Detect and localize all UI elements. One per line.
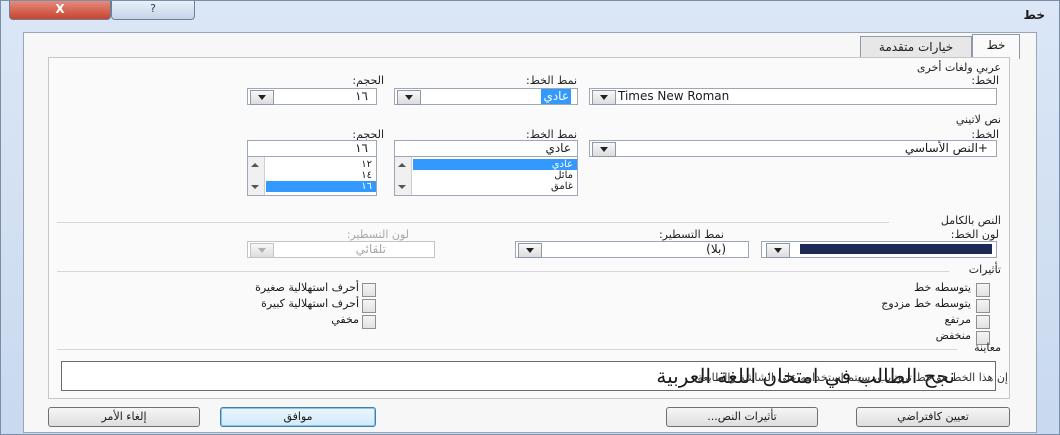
font-color-picker[interactable] [761, 241, 997, 258]
close-icon: X [55, 2, 65, 16]
list-item[interactable]: عادي [413, 159, 577, 170]
subscript-label: منخفض [935, 329, 971, 342]
strikethrough-checkbox[interactable] [976, 283, 990, 297]
chevron-down-icon[interactable] [518, 243, 542, 258]
small-caps-checkbox[interactable] [362, 283, 376, 297]
latin-font-combo[interactable]: +النص الأساسي [589, 140, 997, 157]
help-button[interactable]: ? [111, 1, 195, 20]
double-strikethrough-checkbox[interactable] [976, 299, 990, 313]
arabic-font-value: Times New Roman [618, 89, 730, 103]
superscript-label: مرتفع [944, 313, 971, 326]
text-effects-button[interactable]: تأثيرات النص... [666, 407, 818, 427]
all-caps-checkbox[interactable] [362, 299, 376, 313]
complex-separator [57, 222, 889, 223]
tab-font[interactable]: خط [972, 34, 1020, 59]
latin-section-heading: نص لاتيني [955, 113, 1001, 126]
font-dialog: X ? خط خط خيارات متقدمة عربي ولغات أخرى … [0, 0, 1060, 435]
underline-color-label: لون التسطير: [346, 228, 409, 241]
preview-separator [57, 349, 957, 350]
list-item[interactable]: مائل [413, 170, 577, 181]
font-color-swatch [800, 244, 992, 254]
latin-size-input[interactable]: ١٦ [247, 140, 377, 157]
ok-button[interactable]: موافق [220, 407, 376, 427]
scroll-up-icon[interactable] [251, 163, 259, 167]
chevron-down-icon[interactable] [397, 90, 421, 105]
preview-heading: معاينة [974, 341, 1001, 354]
window-title: خط [1023, 8, 1046, 22]
hidden-checkbox[interactable] [362, 315, 376, 329]
chevron-down-icon[interactable] [592, 142, 616, 157]
list-item[interactable]: ١٢ [266, 159, 376, 170]
arabic-font-label: الخط: [971, 74, 999, 87]
underline-color-combo[interactable]: تلقائي [247, 241, 435, 258]
list-item[interactable]: ١٤ [266, 170, 376, 181]
scroll-up-icon[interactable] [398, 163, 406, 167]
latin-font-value: +النص الأساسي [904, 141, 988, 155]
latin-size-list[interactable]: ١٢ ١٤ ١٦ [247, 156, 377, 196]
list-item[interactable]: ١٦ [266, 181, 376, 192]
complex-section-heading: النص بالكامل [940, 214, 1001, 227]
dialog-client-area: خط خيارات متقدمة عربي ولغات أخرى الخط: T… [23, 32, 1037, 433]
scroll-down-icon[interactable] [251, 185, 259, 189]
all-caps-label: أحرف استهلالية كبيرة [261, 297, 359, 310]
superscript-checkbox[interactable] [976, 315, 990, 329]
latin-style-scrollbar[interactable] [395, 157, 412, 195]
arabic-font-combo[interactable]: Times New Roman [589, 88, 997, 105]
scroll-down-icon[interactable] [398, 185, 406, 189]
chevron-down-icon[interactable] [766, 243, 790, 258]
arabic-style-combo[interactable]: عادي [394, 88, 578, 105]
chevron-down-icon[interactable] [250, 243, 274, 258]
chevron-down-icon[interactable] [250, 90, 274, 105]
list-item[interactable]: غامق [413, 181, 577, 192]
underline-style-combo[interactable]: (بلا) [515, 241, 749, 258]
small-caps-label: أحرف استهلالية صغيرة [255, 281, 359, 294]
latin-size-value: ١٦ [355, 141, 368, 155]
latin-style-value: عادي [545, 141, 571, 155]
strikethrough-label: يتوسطه خط [914, 281, 971, 294]
latin-size-scrollbar[interactable] [248, 157, 265, 195]
title-bar: X ? خط [1, 1, 1059, 29]
arabic-style-value: عادي [541, 89, 571, 104]
latin-style-list[interactable]: عادي مائل غامق [394, 156, 578, 196]
double-strikethrough-label: يتوسطه خط مزدوج [881, 297, 971, 310]
font-tab-panel: عربي ولغات أخرى الخط: Times New Roman نم… [48, 57, 1010, 399]
font-note: إن هذا الخط هو خط تروتايب، سيتم استخدامه… [693, 371, 1008, 384]
cancel-button[interactable]: إلغاء الأمر [48, 407, 200, 427]
chevron-down-icon[interactable] [592, 90, 616, 105]
hidden-label: مخفي [331, 313, 359, 326]
set-default-button[interactable]: تعيين كافتراضي [856, 407, 1010, 427]
tab-advanced[interactable]: خيارات متقدمة [860, 36, 972, 59]
arabic-style-label: نمط الخط: [525, 74, 577, 87]
underline-style-label: نمط التسطير: [658, 228, 724, 241]
font-color-label: لون الخط: [950, 228, 999, 241]
underline-style-value: (بلا) [706, 242, 726, 256]
close-button[interactable]: X [9, 1, 111, 20]
help-icon: ? [150, 2, 156, 15]
arabic-section-heading: عربي ولغات أخرى [916, 61, 1001, 74]
arabic-size-value: ١٦ [355, 89, 368, 103]
underline-color-value: تلقائي [355, 242, 386, 256]
arabic-size-combo[interactable]: ١٦ [247, 88, 377, 105]
arabic-size-label: الحجم: [352, 74, 384, 87]
effects-heading: تأثيرات [968, 263, 1001, 276]
latin-style-input[interactable]: عادي [394, 140, 578, 157]
effects-separator [57, 271, 949, 272]
